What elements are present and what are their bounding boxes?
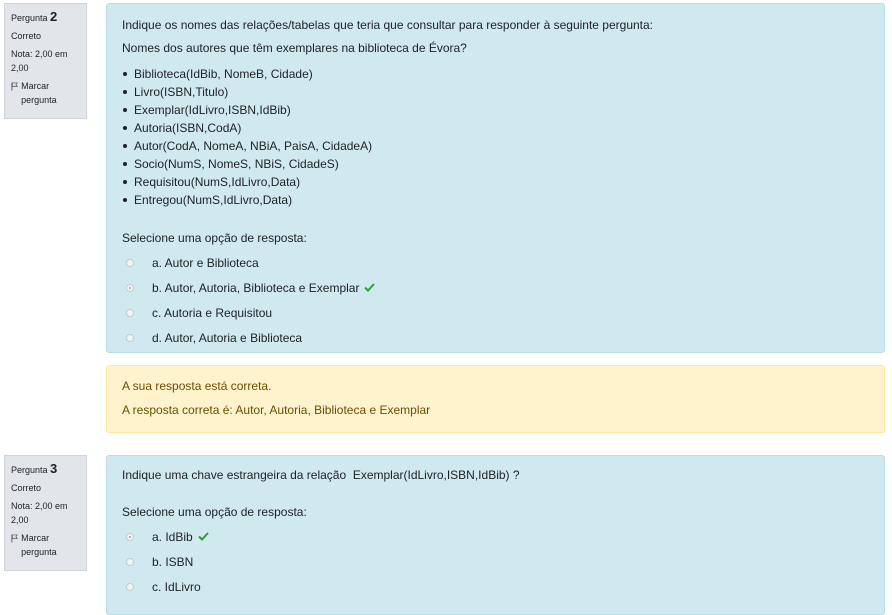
check-icon	[197, 532, 209, 541]
question-label: Pergunta	[11, 465, 48, 475]
list-item: Socio(NumS, NomeS, NBiS, CidadeS)	[123, 155, 884, 173]
radio-button[interactable]	[126, 308, 134, 317]
relations-list: Biblioteca(IdBib, NomeB, Cidade) Livro(I…	[122, 65, 884, 209]
list-item: Autoria(ISBN,CodA)	[123, 119, 884, 137]
answer-option-a[interactable]: a. IdBib	[122, 524, 884, 549]
radio-button-selected[interactable]	[126, 532, 134, 541]
option-label: b. Autor, Autoria, Biblioteca e Exemplar	[152, 280, 360, 295]
question-state: Correto	[11, 483, 42, 493]
option-label: b. ISBN	[152, 554, 194, 569]
answer-option-b[interactable]: b. Autor, Autoria, Biblioteca e Exemplar	[122, 275, 884, 300]
option-label: a. IdBib	[152, 529, 193, 544]
radio-button-selected[interactable]	[126, 283, 134, 292]
question-number: Pergunta 3	[11, 462, 80, 477]
flag-icon	[11, 534, 18, 543]
answer-option-b[interactable]: b. ISBN	[122, 549, 884, 574]
option-label: d. Autor, Autoria e Biblioteca	[152, 330, 303, 345]
option-label: c. IdLivro	[152, 579, 201, 594]
question-info-2: Pergunta 2 Correto Nota: 2,00 em 2,00 Ma…	[4, 3, 87, 119]
list-item: Requisitou(NumS,IdLivro,Data)	[123, 173, 884, 191]
feedback-result: A sua resposta está correta.	[122, 379, 272, 393]
question-state: Correto	[11, 31, 42, 41]
answer-option-c[interactable]: c. IdLivro	[122, 574, 884, 599]
list-item: Autor(CodA, NomeA, NBiA, PaisA, CidadeA)	[123, 137, 884, 155]
radio-button[interactable]	[126, 582, 134, 591]
answer-prompt: Selecione uma opção de resposta:	[122, 231, 307, 245]
answer-option-c[interactable]: c. Autoria e Requisitou	[122, 300, 884, 325]
question-content-2: Indique os nomes das relações/tabelas qu…	[106, 3, 885, 353]
list-item: Livro(ISBN,Titulo)	[123, 83, 884, 101]
answer-prompt: Selecione uma opção de resposta:	[122, 505, 307, 519]
flag-question-button[interactable]: Marcar pergunta	[11, 79, 80, 107]
question-grade: Nota: 2,00 em 2,00	[11, 49, 68, 73]
question-number: Pergunta 2	[11, 10, 80, 25]
question-subtext: Nomes dos autores que têm exemplares na …	[122, 41, 467, 55]
answer-option-a[interactable]: a. Autor e Biblioteca	[122, 250, 884, 275]
question-text: Indique os nomes das relações/tabelas qu…	[122, 18, 654, 32]
question-info-3: Pergunta 3 Correto Nota: 2,00 em 2,00 Ma…	[4, 455, 87, 571]
radio-button[interactable]	[126, 557, 134, 566]
question-number-value: 3	[50, 461, 58, 476]
answer-options: a. Autor e Biblioteca b. Autor, Autoria,…	[122, 250, 884, 350]
answer-options: a. IdBib b. ISBN c. IdLivro	[122, 524, 884, 599]
question-grade: Nota: 2,00 em 2,00	[11, 501, 68, 525]
list-item: Entregou(NumS,IdLivro,Data)	[123, 191, 884, 209]
question-label: Pergunta	[11, 13, 48, 23]
check-icon	[364, 283, 376, 292]
flag-label: Marcar pergunta	[21, 81, 57, 105]
question-text: Indique uma chave estrangeira da relação…	[122, 468, 520, 482]
option-label: c. Autoria e Requisitou	[152, 305, 273, 320]
list-item: Exemplar(IdLivro,ISBN,IdBib)	[123, 101, 884, 119]
flag-label: Marcar pergunta	[21, 533, 57, 557]
flag-icon	[11, 82, 18, 91]
option-label: a. Autor e Biblioteca	[152, 255, 259, 270]
radio-button[interactable]	[126, 258, 134, 267]
question-content-3: Indique uma chave estrangeira da relação…	[106, 455, 885, 615]
question-number-value: 2	[50, 9, 58, 24]
feedback-correct-answer: A resposta correta é: Autor, Autoria, Bi…	[122, 403, 431, 417]
flag-question-button[interactable]: Marcar pergunta	[11, 531, 80, 559]
radio-button[interactable]	[126, 333, 134, 342]
question-feedback-2: A sua resposta está correta. A resposta …	[106, 365, 885, 433]
list-item: Biblioteca(IdBib, NomeB, Cidade)	[123, 65, 884, 83]
answer-option-d[interactable]: d. Autor, Autoria e Biblioteca	[122, 325, 884, 350]
